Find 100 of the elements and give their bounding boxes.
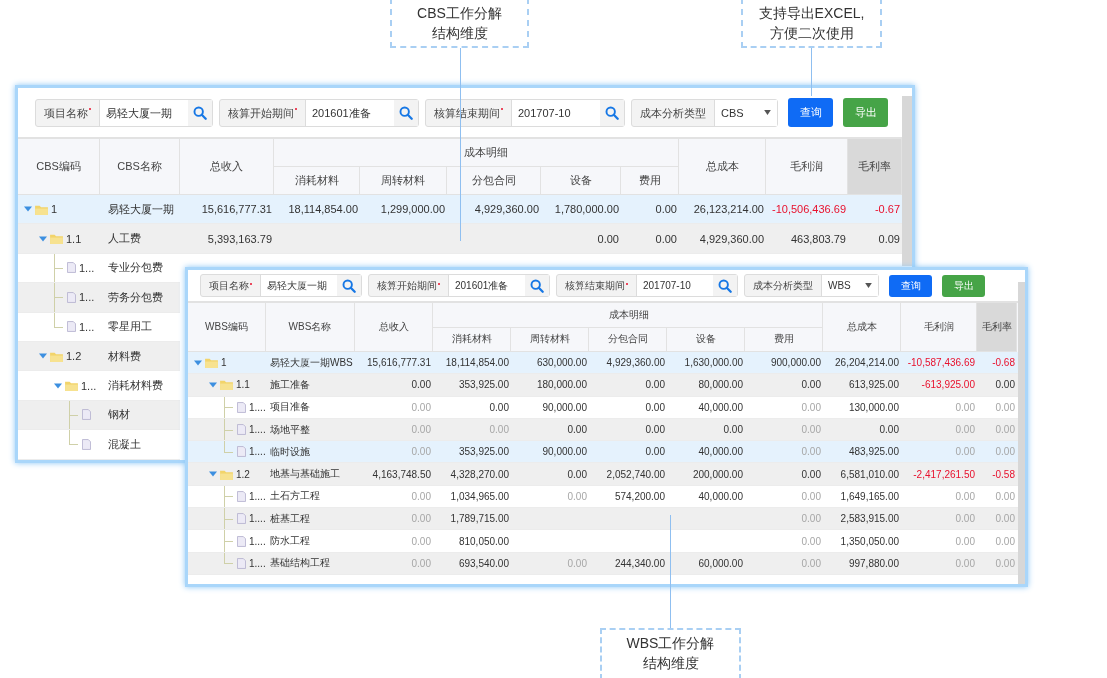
table-cell-text: 40,000.00 — [697, 489, 744, 504]
table-cell-text: 4,328,270.00 — [449, 467, 510, 482]
table-cell-text: 463,803.79 — [789, 231, 847, 247]
column-header: 成本明细 — [433, 303, 823, 328]
table-row[interactable]: 1.... 场地平整 0.00 0.00 0.00 0.00 0.00 0.00 0.00 0.00 0.00 — [188, 418, 1018, 442]
action-button[interactable]: 查询 — [788, 98, 833, 127]
table-cell-text: 0.00 — [654, 231, 678, 247]
table-cell-text: 613,925.00 — [847, 378, 900, 393]
folder-icon — [35, 203, 48, 215]
table-cell-text: 5,393,163.79 — [206, 231, 273, 247]
callout-label: CBS工作分解结构维度 — [390, 0, 529, 48]
table-row[interactable]: 混凝土 — [18, 430, 180, 460]
table-row[interactable]: 1 易轻大厦一期WBS 15,616,777.31 18,114,854.00 630,000.00 4,929,360.00 1,630,000.00 900,000.00 26,204,214.00 -10,587,436.69 -0.68 — [188, 352, 1018, 375]
expand-arrow-icon[interactable] — [54, 381, 62, 390]
table-cell-text: 0.00 — [410, 400, 432, 415]
tree-code: 1... — [79, 291, 95, 304]
table-cell-text: 4,929,360.00 — [473, 202, 540, 218]
table-row[interactable]: 1.1 人工费 5,393,163.79 0.00 0.00 4,929,360.00 463,803.79 0.09 — [18, 224, 902, 254]
table-row[interactable]: 1... 消耗材料费 — [18, 371, 180, 401]
table-cell-text: 1,034,965.00 — [449, 489, 510, 504]
table-cell-text: 0.00 — [566, 423, 588, 438]
scrollbar[interactable] — [902, 96, 912, 266]
table-cell-text: -0.58 — [991, 467, 1016, 482]
table-row[interactable]: 1.2 地基与基础施工 4,163,748.50 4,328,270.00 0.00 2,052,740.00 200,000.00 0.00 6,581,010.00 -2,417,261.50 -0.58 — [188, 463, 1018, 486]
table-cell-text: 0.00 — [954, 445, 976, 460]
table-cell-text: 0.00 — [994, 512, 1016, 527]
expand-arrow-icon[interactable] — [194, 358, 202, 367]
expand-arrow-icon[interactable] — [209, 380, 217, 389]
table-cell-text: 15,616,777.31 — [366, 356, 432, 371]
table-row[interactable]: 钢材 — [18, 400, 180, 431]
table-cell-text: 90,000.00 — [541, 445, 588, 460]
table-cell-text: -613,925.00 — [920, 378, 976, 393]
action-button[interactable]: 查询 — [889, 274, 932, 297]
table-cell-text: 0.00 — [954, 556, 976, 571]
table-cell-text: 1,649,165.00 — [839, 489, 900, 504]
callout-label: WBS工作分解结构维度 — [600, 628, 741, 678]
column-header: 毛利率 — [977, 303, 1017, 352]
table-cell-text: 200,000.00 — [691, 467, 744, 482]
table-cell-text: 0.00 — [800, 400, 822, 415]
scrollbar[interactable] — [1018, 282, 1025, 584]
table-row[interactable]: 1 易轻大厦一期 15,616,777.31 18,114,854.00 1,299,000.00 4,929,360.00 1,780,000.00 0.00 26,123,214.00 -10,506,436.69 -0.67 — [18, 195, 902, 225]
table-cell-text: 0.00 — [800, 445, 822, 460]
table-cell-text: 4,929,360.00 — [698, 231, 765, 247]
folder-icon — [65, 380, 78, 392]
folder-icon — [50, 350, 63, 362]
table-cell-text: 场地平整 — [269, 422, 311, 437]
tree-code: 1... — [79, 320, 95, 333]
expand-arrow-icon[interactable] — [209, 470, 217, 479]
table-row[interactable]: 1... 零星用工 — [18, 312, 180, 342]
table-row[interactable]: 1.1 施工准备 0.00 353,925.00 180,000.00 0.00 80,000.00 0.00 613,925.00 -613,925.00 0.00 — [188, 374, 1018, 397]
table-cell-text: 土石方工程 — [269, 489, 321, 504]
table-cell-text: 353,925.00 — [457, 378, 510, 393]
table-cell-text: 483,925.00 — [847, 445, 900, 460]
table-row[interactable]: 1.... 土石方工程 0.00 1,034,965.00 0.00 574,200.00 40,000.00 0.00 1,649,165.00 0.00 0.00 — [188, 485, 1018, 509]
table-cell-text: 1,299,000.00 — [379, 202, 446, 218]
table-cell-text: 地基与基础施工 — [269, 467, 341, 482]
table-cell-text: -10,506,436.69 — [771, 202, 847, 218]
table-cell-text: 18,114,854.00 — [444, 356, 510, 371]
table-cell-text: 0.00 — [994, 400, 1016, 415]
table-cell-text: 997,880.00 — [847, 556, 900, 571]
table-cell-text: 桩基工程 — [269, 511, 311, 526]
leader-line — [811, 48, 812, 96]
column-header: 毛利率 — [848, 139, 902, 195]
table-cell-text: 693,540.00 — [457, 556, 510, 571]
file-icon — [67, 321, 76, 333]
table-cell-text: 0.00 — [878, 423, 900, 438]
table-cell-text: 4,929,360.00 — [605, 356, 666, 371]
table-cell-text: 130,000.00 — [847, 400, 900, 415]
tree-code: 1.... — [249, 557, 266, 569]
expand-arrow-icon[interactable] — [39, 234, 47, 243]
table-row[interactable]: 1.... 临时设施 0.00 353,925.00 90,000.00 0.00 40,000.00 0.00 483,925.00 0.00 0.00 — [188, 441, 1018, 464]
file-icon — [237, 401, 246, 413]
analysis-type-dropdown[interactable]: CBS — [715, 99, 777, 126]
table-cell-text: 26,123,214.00 — [692, 202, 765, 218]
expand-arrow-icon[interactable] — [24, 205, 32, 214]
tree-code: 1.2 — [236, 468, 250, 480]
analysis-type-dropdown[interactable]: WBS — [822, 275, 878, 296]
table-cell-text: 0.00 — [954, 423, 976, 438]
table-row[interactable]: 1.... 项目准备 0.00 0.00 90,000.00 0.00 40,000.00 0.00 130,000.00 0.00 0.00 — [188, 396, 1018, 419]
table-cell-text: 1,630,000.00 — [683, 356, 744, 371]
tree-code: 1 — [221, 357, 227, 369]
table-cell-text: 2,583,915.00 — [839, 512, 900, 527]
tree-code: 1.... — [249, 535, 266, 547]
table-cell-text: 0.00 — [954, 489, 976, 504]
table-row[interactable]: 1.... 基础结构工程 0.00 693,540.00 0.00 244,340.00 60,000.00 0.00 997,880.00 0.00 0.00 — [188, 552, 1018, 575]
table-cell-text: 180,000.00 — [535, 378, 588, 393]
tree-code: 1... — [81, 379, 97, 392]
table-row[interactable]: 1.... 桩基工程 0.00 1,789,715.00 0.00 2,583,915.00 0.00 0.00 — [188, 508, 1018, 531]
table-cell-text: 0.00 — [800, 378, 822, 393]
table-row[interactable]: 1... 劳务分包费 — [18, 283, 180, 313]
table-cell-text: 1,789,715.00 — [449, 512, 510, 527]
table-cell-text: 244,340.00 — [613, 556, 666, 571]
tree-code: 1.... — [249, 401, 266, 413]
file-icon — [237, 490, 246, 502]
tree-code: 1... — [79, 261, 95, 274]
expand-arrow-icon[interactable] — [39, 352, 47, 361]
table-row[interactable]: 1.... 防水工程 0.00 810,050.00 0.00 1,350,050.00 0.00 0.00 — [188, 530, 1018, 553]
table-row[interactable]: 1.2 材料费 — [18, 341, 180, 372]
table-row[interactable]: 1... 专业分包费 — [18, 253, 180, 284]
tree-code: 1.2 — [66, 350, 82, 363]
